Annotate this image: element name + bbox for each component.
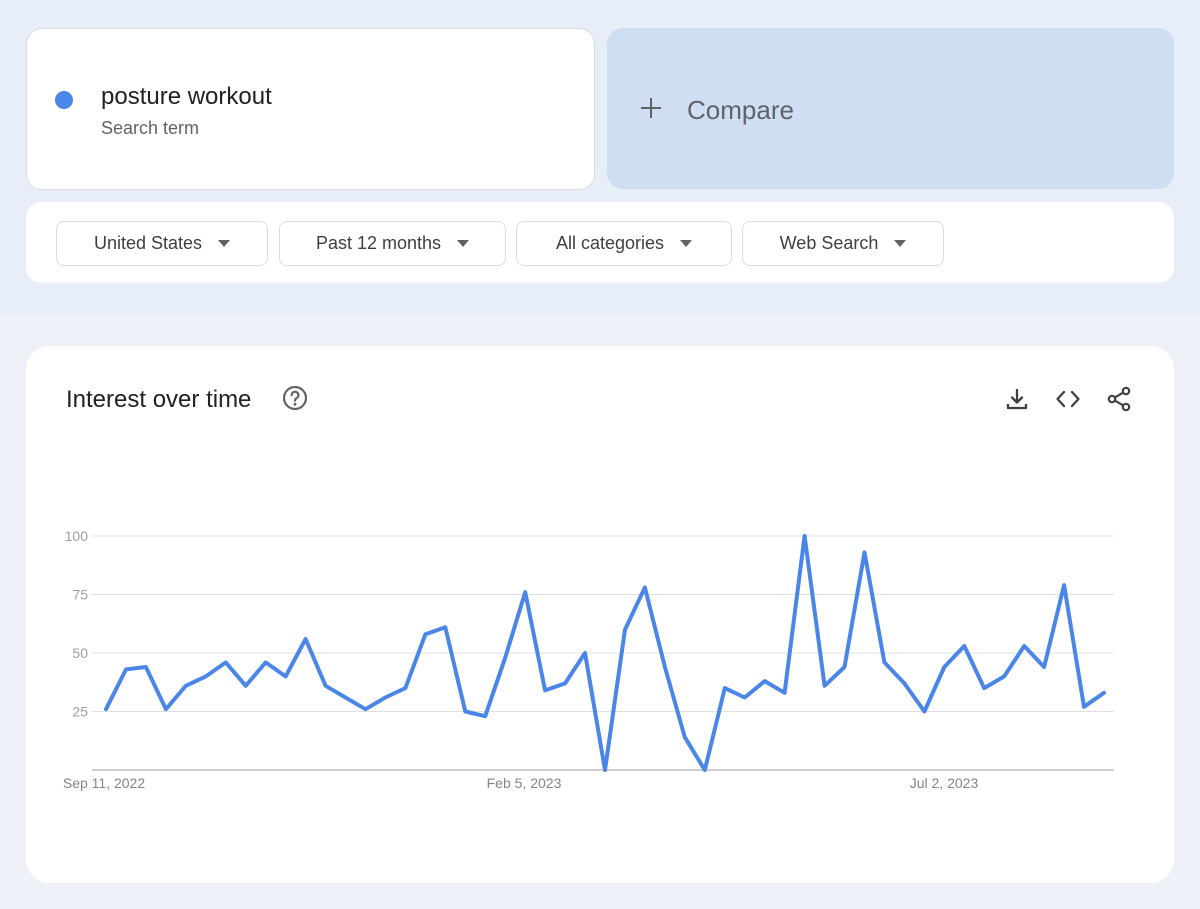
filter-bar: United States Past 12 months All categor… bbox=[26, 202, 1174, 283]
search-type-filter-label: Web Search bbox=[779, 233, 879, 253]
compare-label: Compare bbox=[687, 95, 794, 125]
y-tick-label: 75 bbox=[72, 587, 88, 603]
term-color-dot bbox=[55, 91, 73, 109]
compare-button[interactable]: Compare bbox=[607, 28, 1174, 189]
search-term-card[interactable]: posture workout Search term bbox=[26, 28, 595, 190]
region-filter[interactable]: United States bbox=[56, 221, 268, 266]
x-tick-label: Sep 11, 2022 bbox=[63, 775, 145, 791]
y-tick-label: 50 bbox=[72, 645, 88, 661]
interest-over-time-panel: Interest over time 25 50 75 100 Sep 11, 2022… bbox=[26, 346, 1174, 883]
search-term-subtitle: Search term bbox=[101, 118, 200, 138]
x-tick-label: Jul 2, 2023 bbox=[910, 775, 979, 791]
region-filter-label: United States bbox=[93, 233, 203, 253]
category-filter[interactable]: All categories bbox=[516, 221, 732, 266]
search-type-filter[interactable]: Web Search bbox=[742, 221, 944, 266]
x-tick-label: Feb 5, 2023 bbox=[487, 775, 562, 791]
dropdown-arrow-icon bbox=[894, 240, 907, 247]
category-filter-label: All categories bbox=[555, 233, 665, 253]
dropdown-arrow-icon bbox=[680, 240, 693, 247]
time-range-filter-label: Past 12 months bbox=[315, 233, 442, 253]
y-tick-label: 25 bbox=[72, 704, 88, 720]
plus-icon bbox=[639, 96, 663, 120]
time-range-filter[interactable]: Past 12 months bbox=[279, 221, 506, 266]
interest-line-chart: 25 50 75 100 Sep 11, 2022 Feb 5, 2023 Jul 2, 2… bbox=[63, 528, 1114, 791]
search-term-name[interactable]: posture workout bbox=[101, 83, 272, 111]
y-tick-label: 100 bbox=[65, 528, 89, 544]
dropdown-arrow-icon bbox=[457, 240, 470, 247]
dropdown-arrow-icon bbox=[218, 240, 231, 247]
